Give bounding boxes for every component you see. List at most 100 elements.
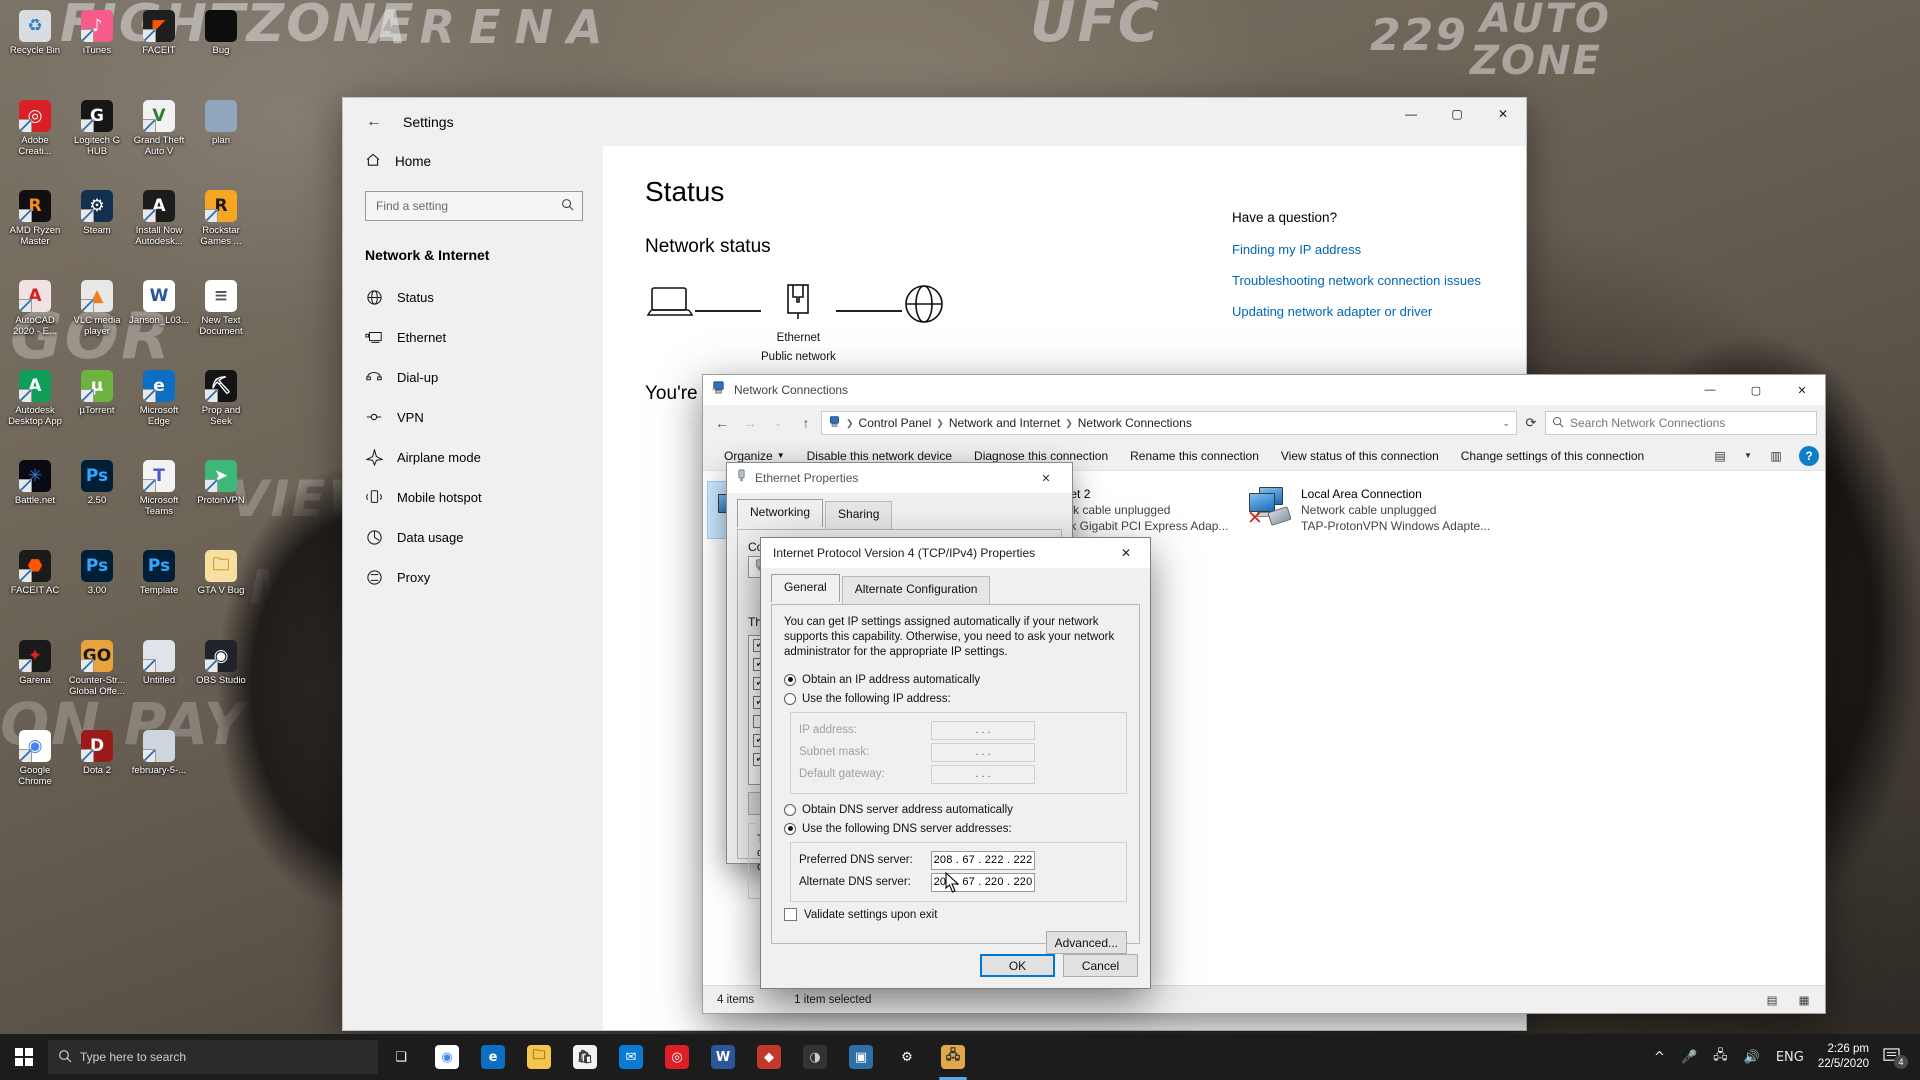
ipv4-dialog-titlebar[interactable]: Internet Protocol Version 4 (TCP/IPv4) P… (761, 538, 1150, 568)
ok-button[interactable]: OK (980, 954, 1055, 977)
notifications-button[interactable]: 4 (1879, 1047, 1914, 1069)
advanced-button[interactable]: Advanced... (1045, 931, 1127, 954)
sidebar-item-data-usage[interactable]: Data usage (343, 517, 603, 557)
search-input[interactable]: Find a setting (365, 191, 583, 221)
ip-address-input[interactable]: 208 . 67 . 220 . 220 (931, 872, 1035, 892)
sidebar-item-home[interactable]: Home (343, 146, 603, 177)
media-taskbar-icon[interactable]: ◑ (792, 1034, 838, 1080)
app-taskbar-icon[interactable]: ◆ (746, 1034, 792, 1080)
back-arrow-icon[interactable]: ← (709, 410, 735, 436)
recent-locations-icon[interactable]: ⌄ (765, 410, 791, 436)
tab-networking[interactable]: Networking (737, 499, 824, 527)
desktop-icon-23[interactable]: ➤ ProtonVPN (190, 456, 252, 546)
desktop-icon-31[interactable]: ◉ OBS Studio (190, 636, 252, 726)
forward-arrow-icon[interactable]: → (737, 410, 763, 436)
desktop-icon-28[interactable]: ✦ Garena (4, 636, 66, 726)
breadcrumb[interactable]: ❯ Control Panel ❯ Network and Internet ❯… (821, 411, 1517, 435)
desktop-icon-12[interactable]: A AutoCAD 2020 - E... (4, 276, 66, 366)
desktop-icon-20[interactable]: ✳ Battle.net (4, 456, 66, 546)
microsoft-edge-taskbar-icon[interactable]: e (470, 1034, 516, 1080)
use-following-dns-radio[interactable]: Use the following DNS server addresses: (784, 819, 1127, 838)
desktop-icon-25[interactable]: Ps 3.00 (66, 546, 128, 636)
ip-address-input[interactable]: . . . (931, 764, 1035, 784)
desktop-icon-21[interactable]: Ps 2.50 (66, 456, 128, 546)
desktop-icon-4[interactable]: ◎ Adobe Creati... (4, 96, 66, 186)
google-chrome-taskbar-icon[interactable]: ◉ (424, 1034, 470, 1080)
adobe-taskbar-icon[interactable]: ◎ (654, 1034, 700, 1080)
desktop-icon-6[interactable]: V Grand Theft Auto V (128, 96, 190, 186)
microsoft-store-taskbar-icon[interactable]: 🛍 (562, 1034, 608, 1080)
desktop-icon-24[interactable]: ⬣ FACEIT AC (4, 546, 66, 636)
tiles-view-icon[interactable]: ▦ (1791, 989, 1817, 1011)
desktop-icon-19[interactable]: ⛏ Prop and Seek (190, 366, 252, 456)
desktop-icon-15[interactable]: ≡ New Text Document (190, 276, 252, 366)
clock[interactable]: 2:26 pm 22/5/2020 (1812, 1042, 1879, 1072)
desktop-icon-34[interactable]: february-5-... (128, 726, 190, 816)
desktop-icon-5[interactable]: G Logitech G HUB (66, 96, 128, 186)
chevron-down-icon[interactable]: ▼ (1735, 445, 1761, 467)
tab-alternate-configuration[interactable]: Alternate Configuration (841, 576, 991, 604)
obtain-ip-automatically-radio[interactable]: Obtain an IP address automatically (784, 670, 1127, 689)
network-connections-taskbar-icon[interactable]: 🖧 (930, 1034, 976, 1080)
taskbar-search-input[interactable]: Type here to search (48, 1040, 378, 1074)
desktop-icon-17[interactable]: µ µTorrent (66, 366, 128, 456)
desktop-icon-16[interactable]: A Autodesk Desktop App (4, 366, 66, 456)
breadcrumb-item-1[interactable]: Network and Internet (949, 416, 1060, 430)
minimize-button[interactable]: — (1687, 375, 1733, 405)
details-view-icon[interactable]: ▤ (1759, 989, 1785, 1011)
desktop-icon-18[interactable]: e Microsoft Edge (128, 366, 190, 456)
desktop-icon-26[interactable]: Ps Template (128, 546, 190, 636)
sidebar-item-dial-up[interactable]: Dial-up (343, 357, 603, 397)
maximize-button[interactable]: ▢ (1434, 98, 1480, 130)
sidebar-item-airplane-mode[interactable]: Airplane mode (343, 437, 603, 477)
maximize-button[interactable]: ▢ (1733, 375, 1779, 405)
help-icon[interactable]: ? (1799, 445, 1819, 466)
volume-icon[interactable]: 🔊 (1736, 1050, 1768, 1065)
game-taskbar-icon[interactable]: ▣ (838, 1034, 884, 1080)
desktop-icon-27[interactable]: 🗀 GTA V Bug (190, 546, 252, 636)
help-link-3[interactable]: Updating network adapter or driver (1232, 303, 1482, 320)
desktop-icon-11[interactable]: R Rockstar Games ... (190, 186, 252, 276)
sidebar-item-ethernet[interactable]: Ethernet (343, 317, 603, 357)
close-button[interactable]: ✕ (1779, 375, 1825, 405)
view-status-button[interactable]: View status of this connection (1270, 444, 1450, 468)
desktop-icon-9[interactable]: ⚙ Steam (66, 186, 128, 276)
file-explorer-taskbar-icon[interactable]: 🗀 (516, 1034, 562, 1080)
close-icon[interactable]: ✕ (1104, 538, 1148, 568)
validate-settings-checkbox[interactable]: Validate settings upon exit (784, 908, 1127, 921)
show-hidden-icons-icon[interactable]: ^ (1646, 1050, 1673, 1065)
sidebar-item-mobile-hotspot[interactable]: Mobile hotspot (343, 477, 603, 517)
network-icon[interactable]: 🖧 (1705, 1046, 1736, 1068)
settings-taskbar-icon[interactable]: ⚙ (884, 1034, 930, 1080)
tab-general[interactable]: General (771, 574, 840, 602)
language-indicator[interactable]: ENG (1768, 1050, 1812, 1065)
word-taskbar-icon[interactable]: W (700, 1034, 746, 1080)
settings-titlebar[interactable]: ← Settings — ▢ ✕ (343, 98, 1526, 146)
close-button[interactable]: ✕ (1480, 98, 1526, 130)
change-settings-button[interactable]: Change settings of this connection (1450, 444, 1655, 468)
desktop-icon-33[interactable]: D Dota 2 (66, 726, 128, 816)
ip-address-input[interactable]: . . . (931, 720, 1035, 740)
desktop-icon-2[interactable]: ◤ FACEIT (128, 6, 190, 96)
refresh-icon[interactable]: ⟳ (1519, 411, 1543, 435)
up-arrow-icon[interactable]: ↑ (793, 410, 819, 436)
mail-taskbar-icon[interactable]: ✉ (608, 1034, 654, 1080)
help-link-1[interactable]: Finding my IP address (1232, 241, 1482, 258)
microphone-icon[interactable]: 🎤 (1673, 1050, 1705, 1065)
network-connections-titlebar[interactable]: Network Connections — ▢ ✕ (703, 375, 1825, 405)
desktop-icon-29[interactable]: GO Counter-Str... Global Offe... (66, 636, 128, 726)
ip-address-input[interactable]: . . . (931, 742, 1035, 762)
desktop-icon-3[interactable]: Bug (190, 6, 252, 96)
ethernet-properties-titlebar[interactable]: Ethernet Properties ✕ (727, 463, 1072, 493)
desktop-icon-10[interactable]: A Install Now Autodesk... (128, 186, 190, 276)
desktop-icon-7[interactable]: plan (190, 96, 252, 186)
search-network-connections-input[interactable]: Search Network Connections (1545, 411, 1817, 435)
tab-sharing[interactable]: Sharing (825, 501, 893, 529)
task-view-button[interactable]: ❏ (378, 1034, 424, 1080)
desktop-icon-30[interactable]: Untitled (128, 636, 190, 726)
ipv4-properties-dialog[interactable]: Internet Protocol Version 4 (TCP/IPv4) P… (761, 538, 1150, 988)
cancel-button[interactable]: Cancel (1063, 954, 1138, 977)
preview-pane-icon[interactable]: ▥ (1763, 445, 1789, 467)
connection-item[interactable]: ✕ Local Area Connection Network cable unpl… (1239, 481, 1505, 539)
close-icon[interactable]: ✕ (1024, 463, 1068, 493)
